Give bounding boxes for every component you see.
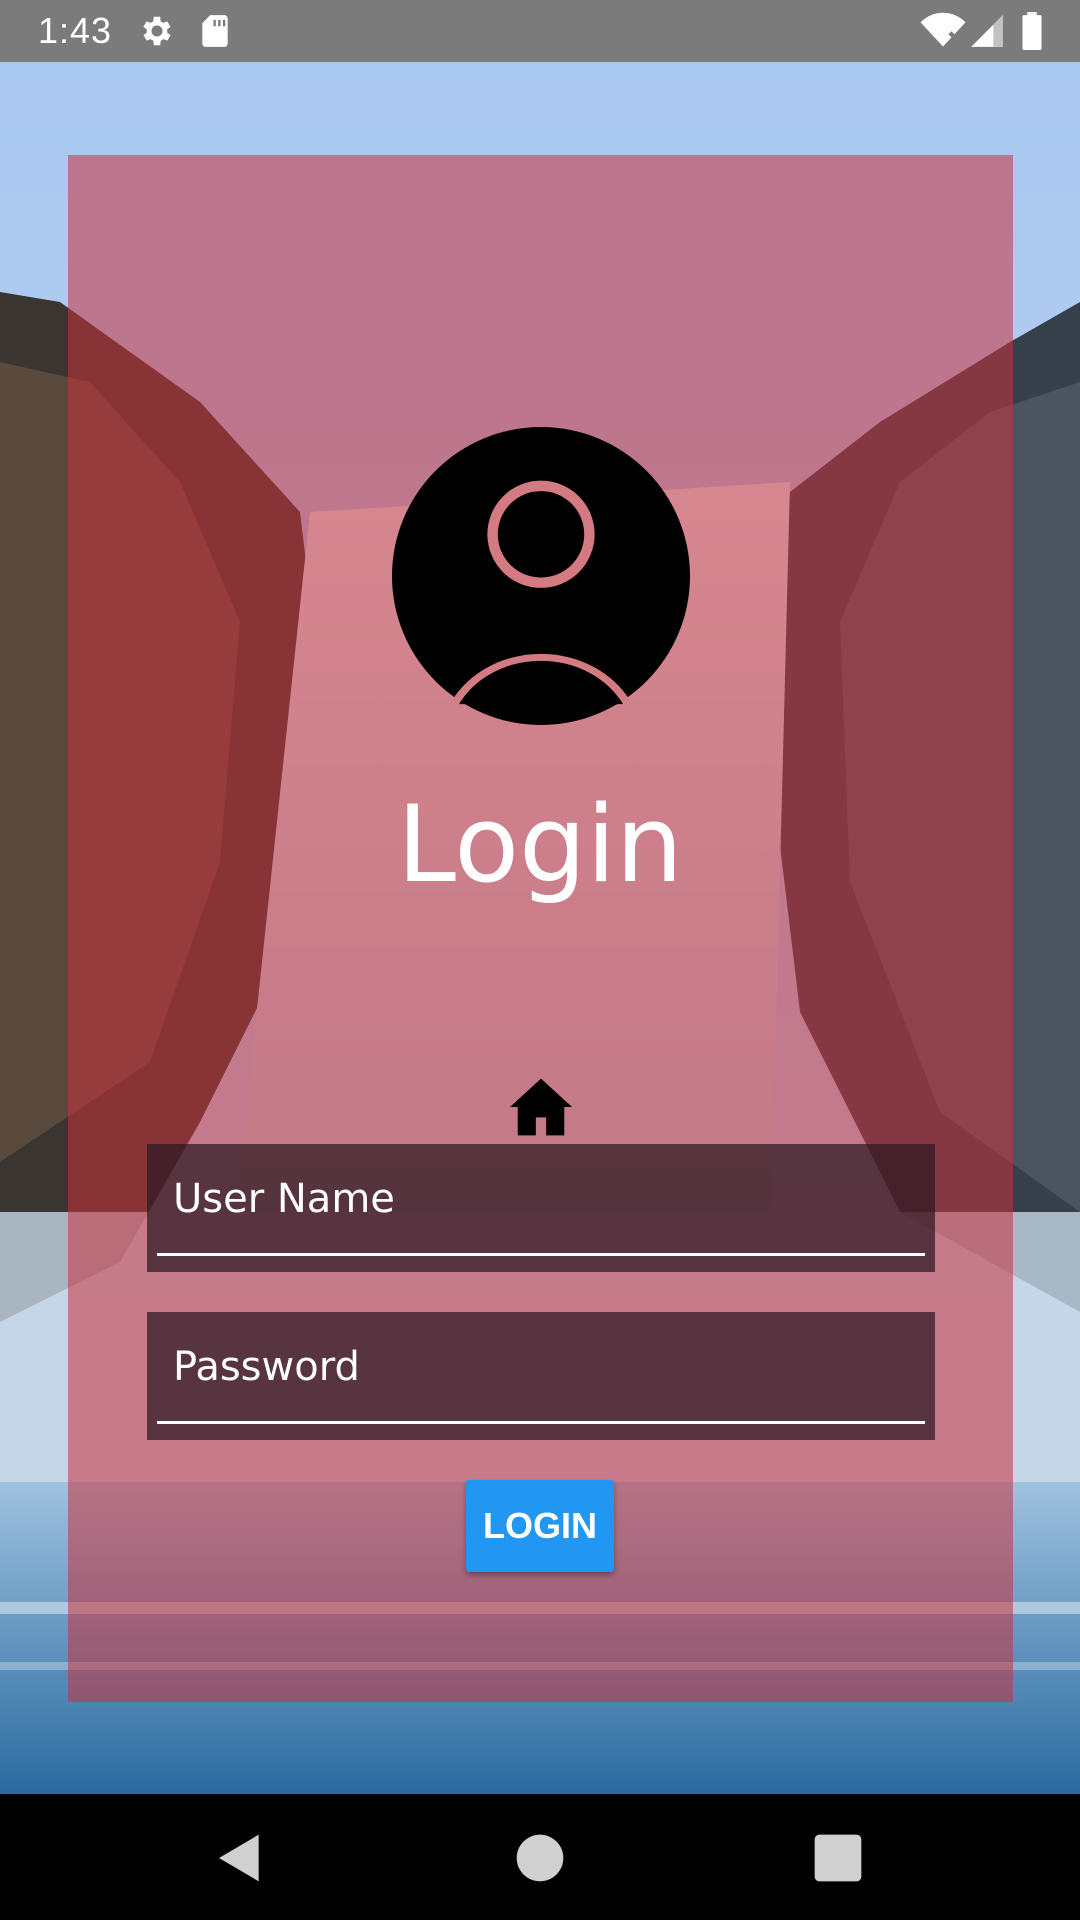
status-bar: 1:43 bbox=[0, 0, 1080, 62]
recents-icon[interactable] bbox=[810, 1830, 866, 1886]
login-screen: 1:43 Login User Name LOGIN bbox=[0, 0, 1080, 1920]
back-icon[interactable] bbox=[212, 1830, 268, 1886]
login-button[interactable]: LOGIN bbox=[466, 1480, 614, 1572]
sd-card-icon bbox=[196, 12, 234, 50]
battery-icon bbox=[1012, 12, 1052, 50]
page-title: Login bbox=[397, 783, 683, 906]
home-nav-icon[interactable] bbox=[512, 1830, 568, 1886]
account-circle-icon bbox=[392, 427, 690, 725]
username-input[interactable] bbox=[157, 1144, 925, 1256]
login-card bbox=[68, 155, 1013, 1702]
password-input[interactable] bbox=[157, 1312, 925, 1424]
status-time: 1:43 bbox=[38, 10, 113, 51]
password-field-container bbox=[147, 1312, 935, 1440]
home-icon bbox=[510, 1078, 572, 1136]
signal-icon bbox=[968, 12, 1006, 50]
username-field-container bbox=[147, 1144, 935, 1272]
navigation-bar bbox=[0, 1794, 1080, 1920]
gear-icon bbox=[138, 12, 176, 50]
wifi-icon bbox=[920, 12, 966, 50]
